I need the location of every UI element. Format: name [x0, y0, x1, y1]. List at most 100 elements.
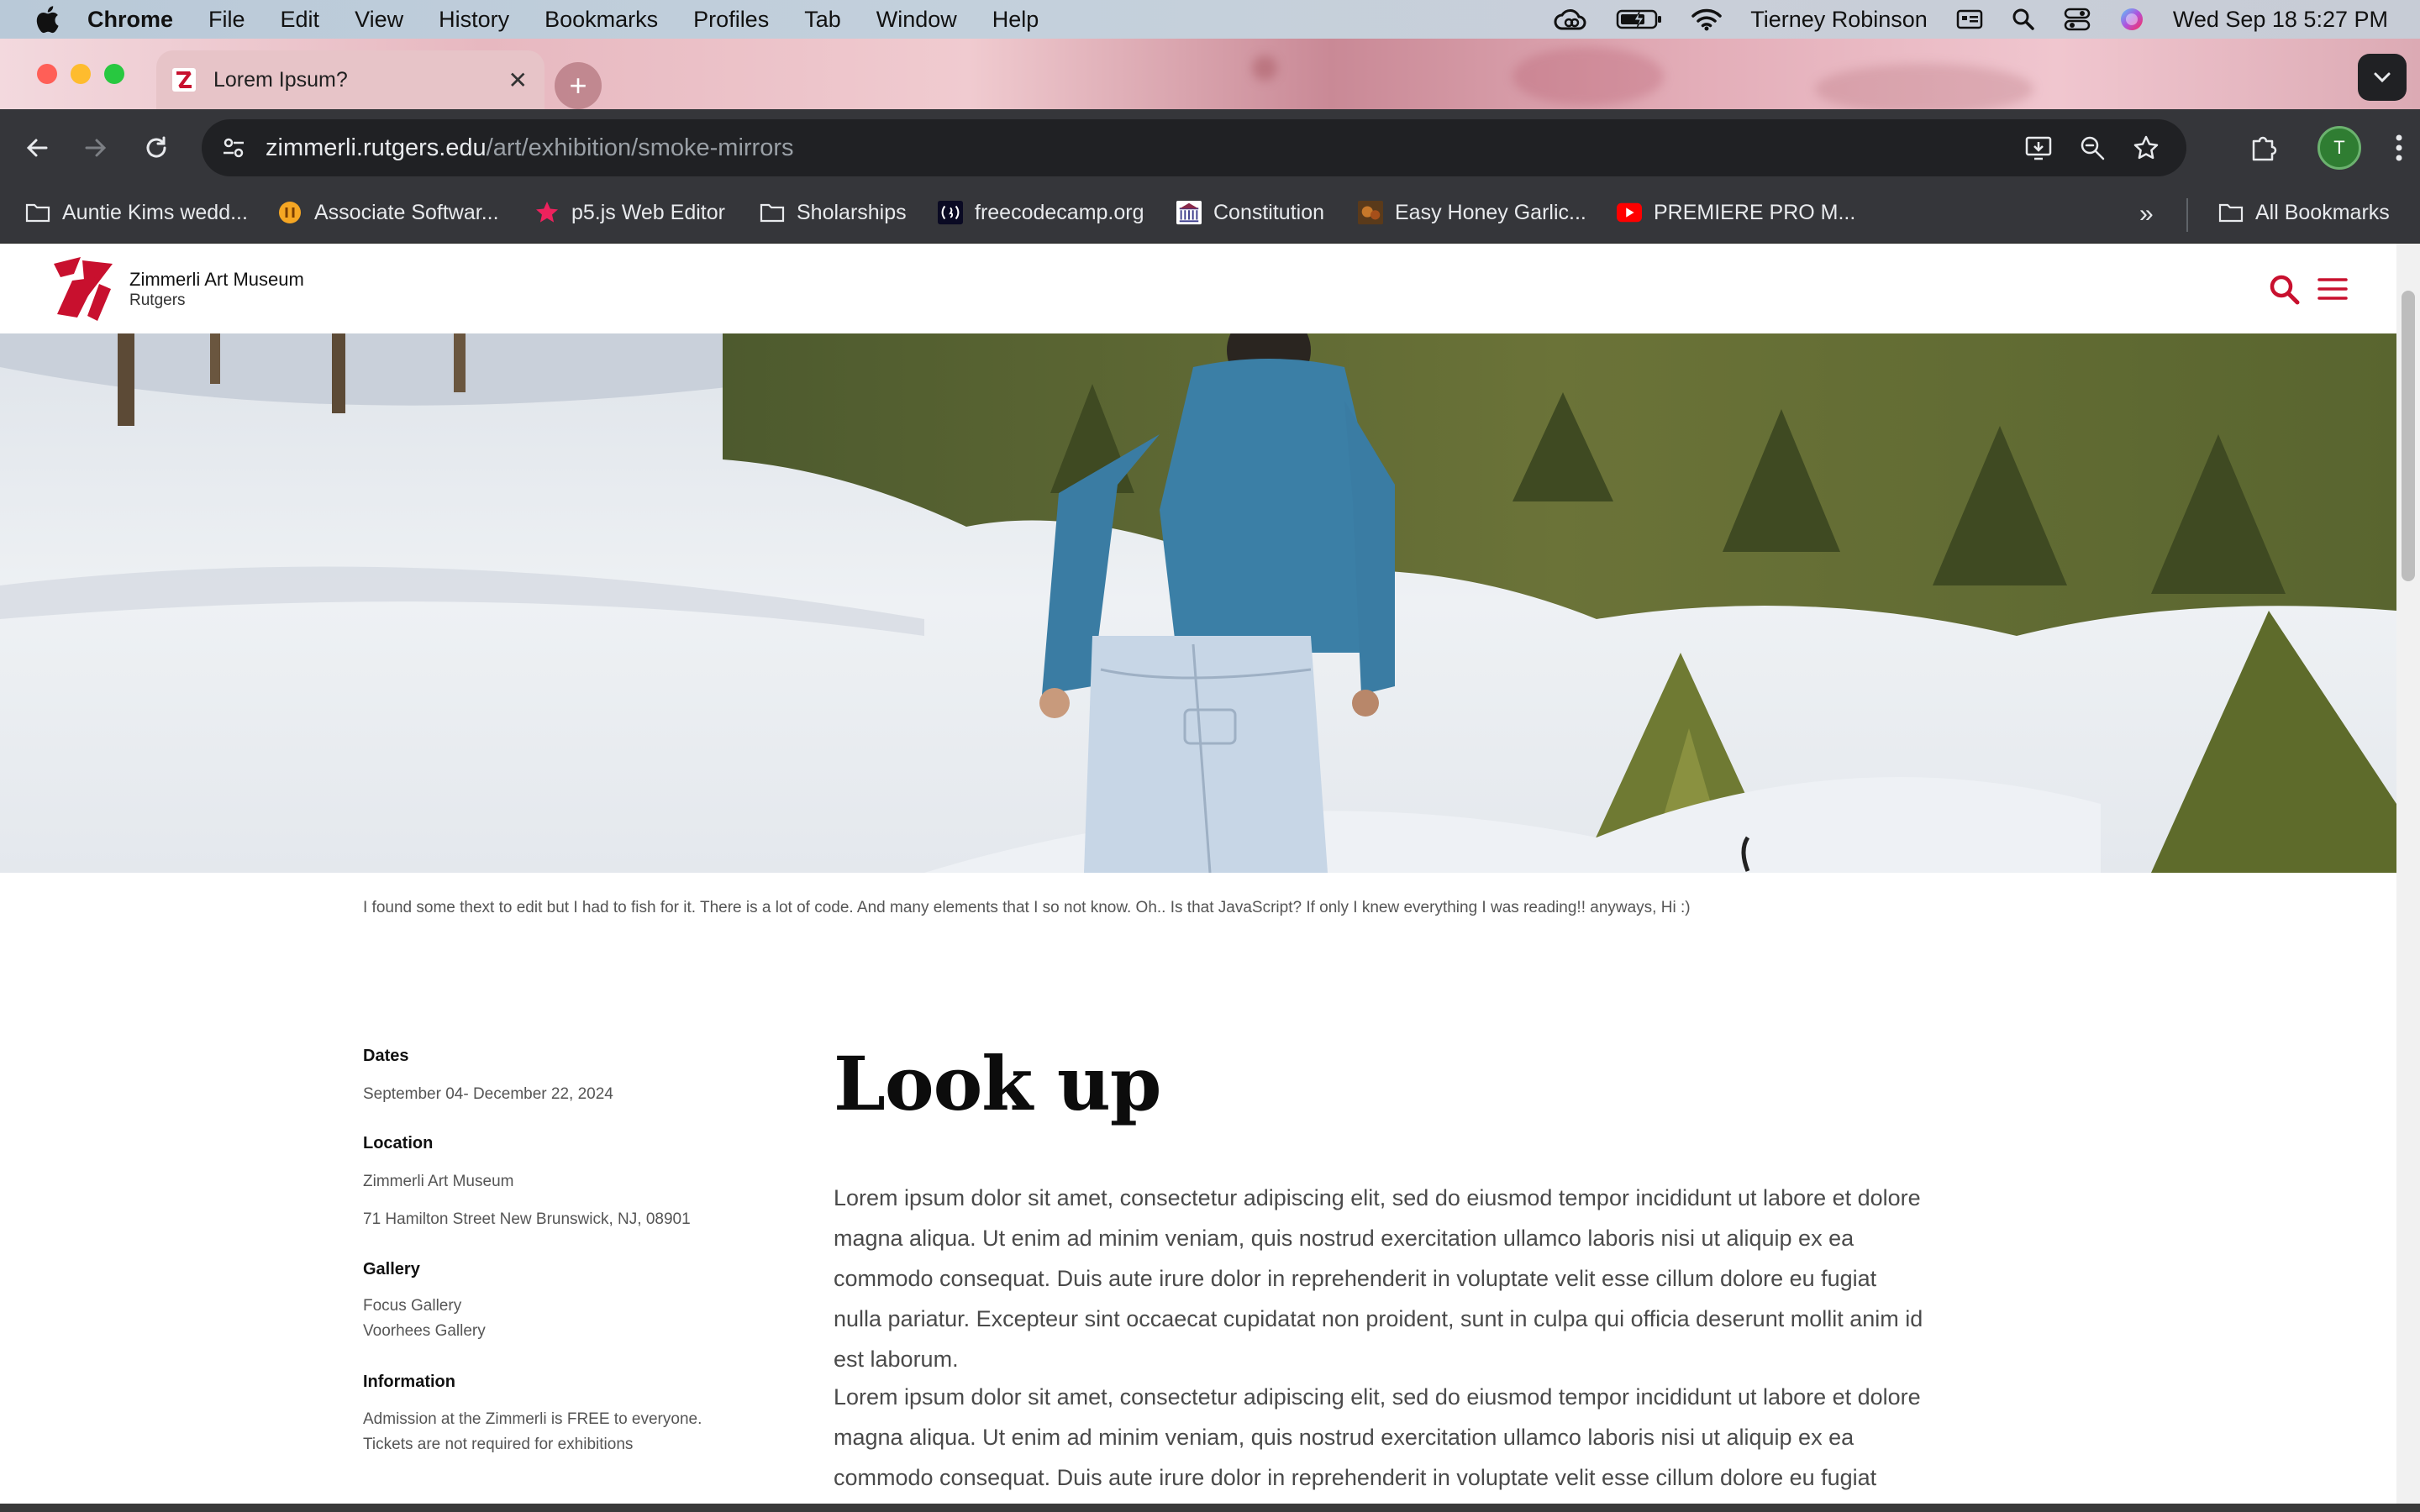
- wallpaper-detail: [1252, 55, 1277, 81]
- minimize-window-button[interactable]: [71, 64, 91, 84]
- bookmarks-bar: Auntie Kims wedd... Associate Softwar...…: [0, 186, 2420, 244]
- bookmark-label: Associate Softwar...: [314, 200, 499, 224]
- zimmerli-logo[interactable]: [49, 255, 116, 323]
- site-brand-subtitle: Rutgers: [129, 291, 186, 309]
- forward-button[interactable]: [77, 129, 114, 166]
- creative-cloud-icon[interactable]: [1554, 7, 1587, 32]
- gallery-item: Focus Gallery: [363, 1297, 462, 1315]
- scrollbar-thumb[interactable]: [2402, 291, 2415, 581]
- zoom-icon[interactable]: [2074, 129, 2111, 166]
- bookmark-label: Easy Honey Garlic...: [1395, 200, 1586, 224]
- wallpaper-detail: [1512, 47, 1664, 106]
- bookmark-item[interactable]: Auntie Kims wedd...: [25, 200, 248, 225]
- battery-icon[interactable]: [1616, 8, 1663, 30]
- freecodecamp-icon: [938, 200, 963, 225]
- zimmerli-favicon-icon: [171, 67, 197, 92]
- bookmark-item[interactable]: Easy Honey Garlic...: [1358, 200, 1586, 225]
- menu-bar-status-area: Tierney Robinson Wed Sep 18 5:27 PM: [1554, 0, 2420, 39]
- hero-photo-illustration: [0, 333, 2396, 873]
- address-bar[interactable]: zimmerli.rutgers.edu/art/exhibition/smok…: [202, 119, 2186, 176]
- window-controls: [37, 64, 138, 84]
- profile-avatar[interactable]: T: [2317, 126, 2361, 170]
- page-viewport: Zimmerli Art Museum Rutgers I found some…: [0, 244, 2396, 1504]
- bookmark-label: PREMIERE PRO M...: [1654, 200, 1856, 224]
- bookmarks-overflow-button[interactable]: »: [2139, 200, 2154, 228]
- menu-bookmarks[interactable]: Bookmarks: [544, 7, 658, 33]
- bookmark-item[interactable]: Constitution: [1176, 200, 1324, 225]
- gallery-item: Voorhees Gallery: [363, 1322, 486, 1340]
- location-label: Location: [363, 1134, 434, 1152]
- url-text[interactable]: zimmerli.rutgers.edu/art/exhibition/smok…: [266, 134, 794, 162]
- tab-title: Lorem Ipsum?: [213, 67, 348, 92]
- chevron-down-icon: [2374, 72, 2391, 83]
- menu-history[interactable]: History: [439, 7, 509, 33]
- more-menu-icon[interactable]: [2395, 134, 2403, 162]
- bookmark-star-icon[interactable]: [2128, 129, 2165, 166]
- macos-menu-bar: Chrome File Edit View History Bookmarks …: [0, 0, 2420, 39]
- menu-bar-clock[interactable]: Wed Sep 18 5:27 PM: [2173, 7, 2388, 33]
- bookmark-item[interactable]: p5.js Web Editor: [534, 200, 725, 225]
- extensions-puzzle-icon[interactable]: [2249, 133, 2279, 163]
- bookmark-item[interactable]: Sholarships: [760, 200, 907, 225]
- dates-value: September 04- December 22, 2024: [363, 1085, 613, 1103]
- zoom-window-button[interactable]: [104, 64, 124, 84]
- arrow-left-icon: [26, 139, 48, 157]
- back-button[interactable]: [18, 129, 55, 166]
- hamburger-menu-icon[interactable]: [2316, 276, 2349, 302]
- bookmark-label: Auntie Kims wedd...: [62, 200, 248, 224]
- control-center-icon[interactable]: [2064, 8, 2091, 31]
- bookmark-label: Constitution: [1213, 200, 1325, 224]
- toolbar-right-actions: T: [2249, 109, 2420, 186]
- information-text: Tickets are not required for exhibitions: [363, 1436, 634, 1453]
- site-info-icon[interactable]: [217, 131, 250, 165]
- bookmark-item[interactable]: freecodecamp.org: [938, 200, 1144, 225]
- install-app-icon[interactable]: [2020, 129, 2057, 166]
- apple-icon[interactable]: [32, 4, 62, 34]
- menu-edit[interactable]: Edit: [281, 7, 320, 33]
- tab-close-icon[interactable]: ✕: [508, 66, 528, 94]
- menu-window[interactable]: Window: [876, 7, 957, 33]
- menu-tab[interactable]: Tab: [804, 7, 841, 33]
- dates-label: Dates: [363, 1047, 409, 1065]
- wallpaper-detail: [1815, 64, 2033, 109]
- address-bar-actions: [2003, 129, 2165, 166]
- gallery-label: Gallery: [363, 1260, 420, 1278]
- all-bookmarks-button[interactable]: All Bookmarks: [2218, 200, 2390, 225]
- site-search-icon[interactable]: [2267, 272, 2301, 306]
- browser-toolbar: zimmerli.rutgers.edu/art/exhibition/smok…: [0, 109, 2420, 186]
- tab-search-button[interactable]: [2358, 54, 2407, 101]
- menu-file[interactable]: File: [208, 7, 245, 33]
- page-scrollbar[interactable]: [2396, 244, 2420, 1504]
- orange-circle-icon: [277, 200, 302, 225]
- image-caption: I found some thext to edit but I had to …: [363, 899, 1691, 916]
- site-brand-name[interactable]: Zimmerli Art Museum: [129, 269, 304, 291]
- siri-icon[interactable]: [2119, 7, 2144, 32]
- wifi-icon[interactable]: [1691, 8, 1722, 31]
- menu-view[interactable]: View: [355, 7, 403, 33]
- menu-help[interactable]: Help: [992, 7, 1039, 33]
- constitution-icon: [1176, 200, 1202, 225]
- reload-button[interactable]: [138, 129, 175, 166]
- bookmark-label: freecodecamp.org: [975, 200, 1144, 224]
- information-text: Admission at the Zimmerli is FREE to eve…: [363, 1410, 702, 1428]
- url-host: zimmerli.rutgers.edu: [266, 134, 487, 161]
- information-label: Information: [363, 1373, 455, 1391]
- window-bottom-edge: [0, 1504, 2420, 1512]
- recipe-thumbnail-icon: [1358, 200, 1383, 225]
- menu-app-chrome[interactable]: Chrome: [87, 7, 173, 33]
- browser-tab-active[interactable]: Lorem Ipsum? ✕: [156, 50, 544, 109]
- close-window-button[interactable]: [37, 64, 57, 84]
- tab-strip: Lorem Ipsum? ✕ +: [0, 39, 2420, 109]
- arrow-right-icon: [85, 139, 107, 157]
- hero-image: [0, 333, 2396, 873]
- new-tab-button[interactable]: +: [555, 62, 602, 109]
- menu-bar-user-name[interactable]: Tierney Robinson: [1750, 7, 1928, 33]
- keyboard-input-icon[interactable]: [1956, 8, 1983, 30]
- menu-profiles[interactable]: Profiles: [693, 7, 769, 33]
- folder-icon: [25, 200, 50, 225]
- folder-icon: [2218, 200, 2244, 225]
- spotlight-search-icon[interactable]: [2012, 8, 2035, 31]
- bookmark-label: p5.js Web Editor: [571, 200, 725, 224]
- bookmark-item[interactable]: PREMIERE PRO M...: [1617, 200, 1855, 225]
- bookmark-item[interactable]: Associate Softwar...: [277, 200, 499, 225]
